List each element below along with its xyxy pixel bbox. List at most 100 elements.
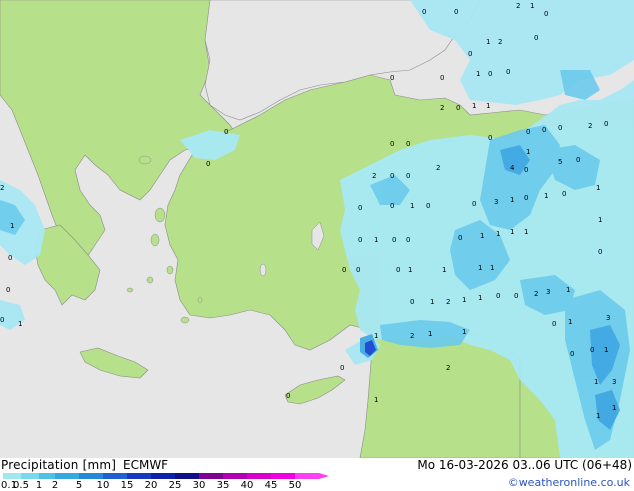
scale-label: 20 xyxy=(144,480,158,491)
scale-swatch xyxy=(79,473,103,479)
value-label: 1 xyxy=(374,396,378,404)
value-label: 1 xyxy=(544,192,548,200)
value-label: 0 xyxy=(286,392,290,400)
value-label: 4 xyxy=(510,164,515,172)
scale-swatch xyxy=(3,473,21,479)
value-label: 0 xyxy=(544,10,548,18)
value-label: 1 xyxy=(374,236,378,244)
value-label: 1 xyxy=(510,228,514,236)
value-label: 0 xyxy=(604,120,608,128)
value-label: 1 xyxy=(524,228,528,236)
value-label: 2 xyxy=(498,38,502,46)
value-label: 0 xyxy=(390,172,394,180)
value-label: 3 xyxy=(494,198,498,206)
value-label: 1 xyxy=(18,320,22,328)
value-label: 0 xyxy=(496,292,500,300)
scale-label: 15 xyxy=(120,480,134,491)
value-label: 0 xyxy=(406,172,410,180)
value-label: 2 xyxy=(534,290,538,298)
value-label: 2 xyxy=(446,298,450,306)
value-label: 0 xyxy=(358,236,362,244)
value-label: 0 xyxy=(0,316,4,324)
scale-label: 2 xyxy=(51,480,59,491)
value-label: 2 xyxy=(516,2,520,10)
value-label: 0 xyxy=(542,126,546,134)
scale-label: 0.5 xyxy=(13,480,29,491)
value-label: 0 xyxy=(356,266,360,274)
value-label: 1 xyxy=(596,184,600,192)
value-label: 0 xyxy=(390,74,394,82)
scale-swatch xyxy=(175,473,199,479)
value-label: 2 xyxy=(372,172,376,180)
value-label: 0 xyxy=(390,140,394,148)
value-label: 0 xyxy=(224,128,228,136)
value-label: 1 xyxy=(612,404,616,412)
value-label: 1 xyxy=(486,102,490,110)
value-label: 0 xyxy=(342,266,346,274)
value-label: 1 xyxy=(594,378,598,386)
value-label: 0 xyxy=(392,236,396,244)
scale-arrow xyxy=(319,473,329,479)
value-label: 1 xyxy=(566,286,570,294)
scale-swatch xyxy=(199,473,223,479)
value-label: 1 xyxy=(374,332,378,340)
value-label: 0 xyxy=(206,160,210,168)
value-label: 2 xyxy=(588,122,592,130)
scale-swatch xyxy=(21,473,39,479)
value-label: 1 xyxy=(478,264,482,272)
value-label: 0 xyxy=(506,68,510,76)
value-label: 0 xyxy=(472,200,476,208)
value-label: 0 xyxy=(576,156,580,164)
value-label: 0 xyxy=(458,234,462,242)
value-label: 0 xyxy=(558,124,562,132)
scale-swatch xyxy=(55,473,79,479)
value-label: 0 xyxy=(562,190,566,198)
credit-link[interactable]: ©weatheronline.co.uk xyxy=(508,476,630,489)
value-label: 0 xyxy=(534,34,538,42)
value-label: 0 xyxy=(406,236,410,244)
value-label: 1 xyxy=(442,266,446,274)
value-label: 1 xyxy=(462,296,466,304)
value-label: 1 xyxy=(408,266,412,274)
value-label: 3 xyxy=(612,378,616,386)
color-scale-labels: 0.1 0.5 1 2 5 10 15 20 25 30 35 40 45 50 xyxy=(0,480,330,491)
scale-label: 35 xyxy=(216,480,230,491)
scale-label: 45 xyxy=(264,480,278,491)
value-label: 0 xyxy=(570,350,574,358)
value-label: 2 xyxy=(440,104,444,112)
legend-title: Precipitation [mm] xyxy=(1,458,117,472)
value-label: 3 xyxy=(606,314,610,322)
scale-swatch xyxy=(271,473,295,479)
map-canvas: 0 2 1 0 0 1 2 0 0 1 0 0 2 0 1 1 0 0 2 0 … xyxy=(0,0,634,458)
value-label: 2 xyxy=(446,364,450,372)
value-label: 1 xyxy=(428,330,432,338)
scale-swatch xyxy=(295,473,319,479)
value-label: 2 xyxy=(410,332,414,340)
scale-label: 10 xyxy=(96,480,110,491)
scale-swatch xyxy=(247,473,271,479)
value-label: 1 xyxy=(10,222,14,230)
color-scale-bar xyxy=(3,473,329,479)
value-label: 0 xyxy=(396,266,400,274)
value-label: 0 xyxy=(8,254,12,262)
value-label: 0 xyxy=(488,134,492,142)
value-label: 0 xyxy=(454,8,458,16)
value-label: 0 xyxy=(598,248,602,256)
value-label: 0 xyxy=(422,8,426,16)
value-label: 3 xyxy=(546,288,550,296)
value-label: 1 xyxy=(568,318,572,326)
value-label: 1 xyxy=(490,264,494,272)
scale-label: 5 xyxy=(75,480,83,491)
value-label: 0 xyxy=(524,166,528,174)
scale-swatch xyxy=(39,473,55,479)
value-label: 0 xyxy=(406,140,410,148)
value-label: 1 xyxy=(496,230,500,238)
value-label: 5 xyxy=(558,158,562,166)
value-label: 0 xyxy=(590,346,594,354)
value-label: 1 xyxy=(604,346,608,354)
scale-label: 50 xyxy=(288,480,302,491)
value-label: 1 xyxy=(476,70,480,78)
value-label: 1 xyxy=(430,298,434,306)
value-label: 0 xyxy=(410,298,414,306)
value-label: 2 xyxy=(436,164,440,172)
